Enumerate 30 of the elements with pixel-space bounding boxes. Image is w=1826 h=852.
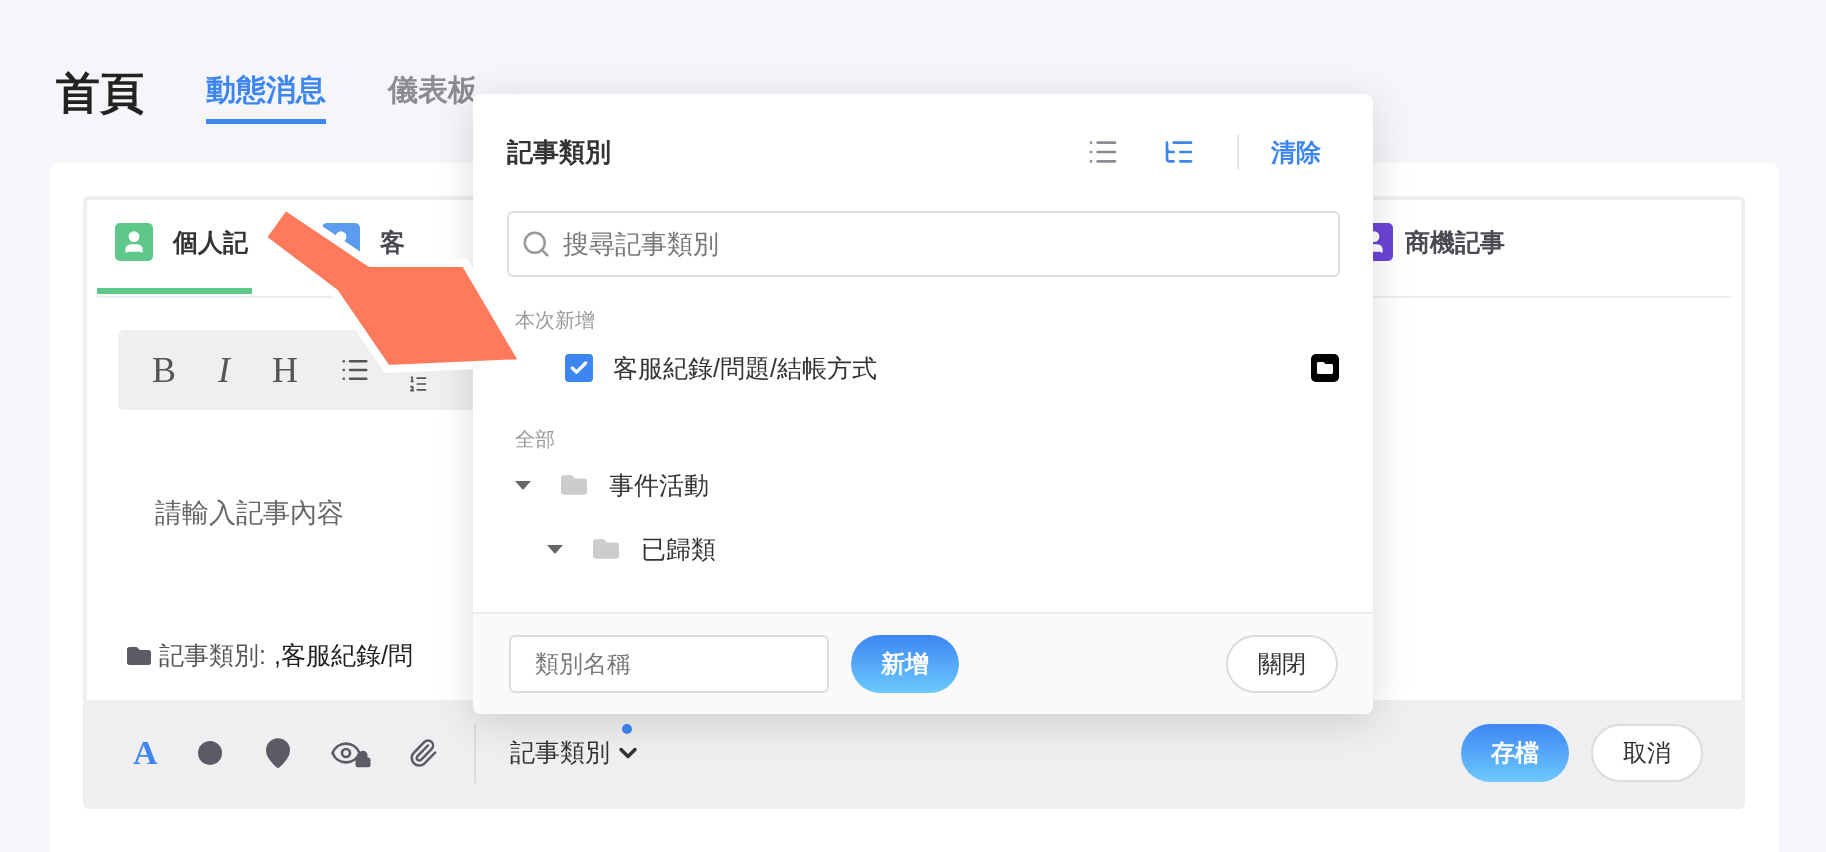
close-button[interactable]: 關閉 [1226, 635, 1338, 693]
tree-item[interactable]: 已歸類 [641, 532, 716, 566]
tree-item[interactable]: 事件活動 [609, 468, 709, 502]
category-dropdown[interactable]: 記事類別 [509, 736, 642, 769]
page-title: 首頁 [56, 67, 144, 119]
numbered-list-icon[interactable] [408, 374, 428, 394]
format-button[interactable]: B [152, 349, 176, 391]
folder-icon[interactable] [1311, 354, 1339, 382]
category-name-field[interactable]: 類別名稱 [509, 635, 829, 693]
clear-button[interactable]: 清除 [1271, 135, 1321, 169]
format-button[interactable]: H [272, 349, 298, 391]
popup-title: 記事類別 [507, 135, 612, 169]
folder-icon [593, 536, 619, 562]
category-label: 記事類別: [159, 640, 266, 671]
category-item: 客服紀錄/問題/結帳方式 [613, 352, 878, 384]
caret-icon[interactable] [547, 544, 563, 554]
format-button[interactable]: I [218, 349, 230, 391]
category-value: ,客服紀錄/問 [273, 640, 413, 671]
folder-icon [561, 472, 587, 498]
search-field[interactable]: 搜尋記事類別 [507, 211, 1340, 277]
caret-icon[interactable] [515, 480, 531, 490]
checkbox[interactable] [565, 354, 593, 382]
search-icon [521, 229, 551, 259]
cancel-button[interactable]: 取消 [1591, 723, 1703, 782]
nav-tab[interactable]: 動態消息 [206, 70, 326, 124]
section-heading: 本次新增 [515, 308, 596, 333]
note-tab[interactable]: 商機記事 [1405, 225, 1505, 259]
note-tab[interactable]: 個人記 [173, 225, 248, 259]
note-tab[interactable]: 客 [380, 225, 405, 259]
section-heading: 全部 [515, 427, 556, 452]
